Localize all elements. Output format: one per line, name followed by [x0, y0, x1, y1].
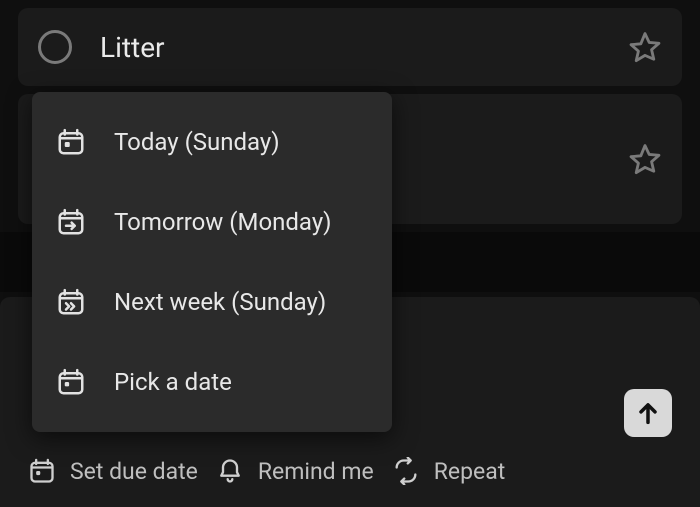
due-date-popup: Today (Sunday) Tomorrow (Monday) Next we…: [32, 92, 392, 432]
toolbar-label: Set due date: [70, 458, 198, 485]
calendar-icon: [28, 457, 56, 485]
task-title: Litter: [100, 31, 165, 64]
star-icon[interactable]: [628, 30, 662, 64]
due-today-item[interactable]: Today (Sunday): [32, 102, 392, 182]
task-options-toolbar: Set due date Remind me Repeat: [28, 447, 672, 495]
popup-item-label: Pick a date: [114, 368, 232, 396]
due-tomorrow-item[interactable]: Tomorrow (Monday): [32, 182, 392, 262]
pick-a-date-item[interactable]: Pick a date: [32, 342, 392, 422]
due-next-week-item[interactable]: Next week (Sunday): [32, 262, 392, 342]
popup-item-label: Today (Sunday): [114, 128, 280, 156]
calendar-icon: [56, 367, 86, 397]
task-row[interactable]: Litter: [18, 8, 682, 86]
toolbar-label: Remind me: [258, 458, 374, 485]
calendar-arrow-icon: [56, 207, 86, 237]
star-icon[interactable]: [628, 142, 662, 176]
popup-item-label: Tomorrow (Monday): [114, 208, 332, 236]
calendar-today-icon: [56, 127, 86, 157]
remind-me-button[interactable]: Remind me: [216, 457, 374, 485]
bell-icon: [216, 457, 244, 485]
popup-item-label: Next week (Sunday): [114, 288, 326, 316]
repeat-icon: [392, 457, 420, 485]
submit-button[interactable]: [624, 389, 672, 437]
calendar-forward-icon: [56, 287, 86, 317]
task-checkbox[interactable]: [38, 30, 72, 64]
toolbar-label: Repeat: [434, 458, 506, 485]
set-due-date-button[interactable]: Set due date: [28, 457, 198, 485]
repeat-button[interactable]: Repeat: [392, 457, 506, 485]
